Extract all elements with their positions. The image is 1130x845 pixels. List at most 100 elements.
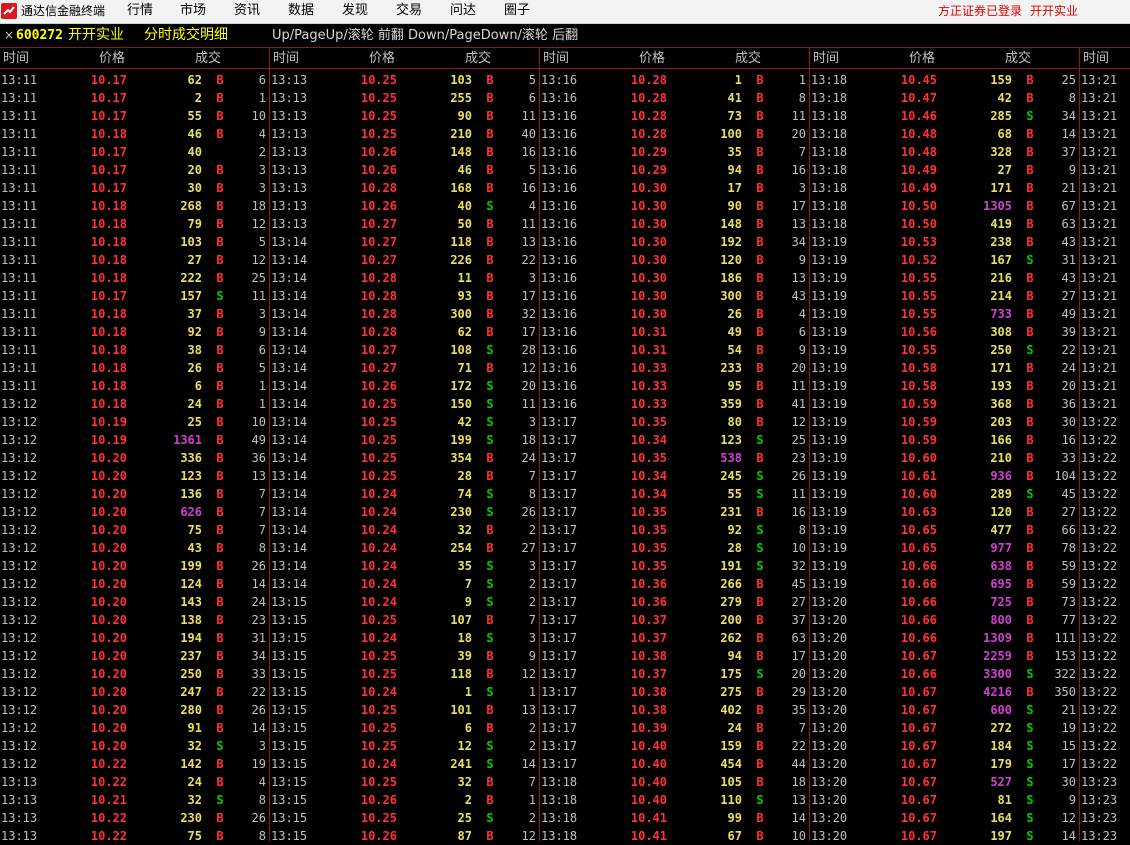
- menu-item-shuju[interactable]: 数据: [288, 3, 314, 19]
- menu-item-wenda[interactable]: 问达: [450, 3, 476, 19]
- account-name[interactable]: 开开实业: [1030, 4, 1078, 19]
- trade-price: 10.38: [630, 703, 667, 717]
- trade-count: 322: [1054, 667, 1076, 681]
- trade-price: 10.18: [90, 235, 127, 249]
- trade-volume: 49: [727, 325, 742, 339]
- header-time[interactable]: 时间: [543, 50, 569, 67]
- header-volume[interactable]: 成交: [465, 50, 491, 67]
- trade-count: 6: [528, 91, 536, 105]
- trade-volume: 62: [457, 325, 472, 339]
- header-time[interactable]: 时间: [273, 50, 299, 67]
- header-time[interactable]: 时间: [813, 50, 839, 67]
- trade-direction: B: [216, 235, 224, 249]
- menu-item-faxian[interactable]: 发现: [342, 3, 368, 19]
- trade-price: 10.24: [360, 505, 397, 519]
- trade-count: 11: [521, 397, 536, 411]
- trade-count: 11: [791, 379, 806, 393]
- trade-time: 13:22: [1081, 757, 1118, 771]
- trade-count: 10: [251, 109, 266, 123]
- trade-time: 13:13: [1, 811, 38, 825]
- trade-price: 10.31: [630, 325, 667, 339]
- trade-count: 9: [798, 253, 806, 267]
- trade-direction: B: [756, 343, 764, 357]
- trade-time: 13:12: [1, 577, 38, 591]
- trade-time: 13:14: [271, 397, 308, 411]
- menu-item-shichang[interactable]: 市场: [180, 3, 206, 19]
- trade-price: 10.20: [90, 559, 127, 573]
- trade-price: 10.67: [900, 649, 937, 663]
- trade-count: 16: [791, 163, 806, 177]
- trade-volume: 32: [457, 523, 472, 537]
- close-icon[interactable]: ×: [4, 27, 14, 43]
- header-price[interactable]: 价格: [639, 50, 665, 67]
- header-price[interactable]: 价格: [99, 50, 125, 67]
- trade-count: 22: [791, 739, 806, 753]
- trade-time: 13:13: [271, 127, 308, 141]
- trade-volume: 39: [457, 649, 472, 663]
- trade-direction: B: [1026, 145, 1034, 159]
- trade-direction: B: [756, 145, 764, 159]
- trade-volume: 3300: [983, 667, 1012, 681]
- trade-volume: 35: [457, 559, 472, 573]
- trade-time: 13:19: [811, 523, 848, 537]
- trade-direction: B: [216, 631, 224, 645]
- trade-direction: B: [1026, 433, 1034, 447]
- trade-volume: 308: [990, 325, 1012, 339]
- trade-count: 11: [791, 109, 806, 123]
- header-volume[interactable]: 成交: [1005, 50, 1031, 67]
- trade-count: 26: [791, 469, 806, 483]
- trade-direction: B: [1026, 163, 1034, 177]
- trade-volume: 262: [720, 631, 742, 645]
- trade-price: 10.34: [630, 469, 667, 483]
- trade-time: 13:15: [271, 649, 308, 663]
- trade-volume: 24: [727, 721, 742, 735]
- trade-direction: B: [216, 577, 224, 591]
- trade-price: 10.28: [630, 109, 667, 123]
- trade-count: 33: [251, 667, 266, 681]
- trade-time: 13:21: [1081, 73, 1118, 87]
- trade-direction: S: [1026, 109, 1034, 123]
- menu-item-quanzi[interactable]: 圈子: [504, 3, 530, 19]
- trade-volume: 105: [720, 775, 742, 789]
- trade-price: 10.20: [90, 703, 127, 717]
- menu-item-zixun[interactable]: 资讯: [234, 3, 260, 19]
- trade-direction: B: [486, 361, 494, 375]
- header-time[interactable]: 时间: [3, 50, 29, 67]
- trade-direction: S: [486, 739, 494, 753]
- trade-count: 36: [251, 451, 266, 465]
- menu-item-jiaoyi[interactable]: 交易: [396, 3, 422, 19]
- trade-time: 13:20: [811, 721, 848, 735]
- trade-direction: B: [486, 721, 494, 735]
- trade-count: 24: [1061, 361, 1076, 375]
- trade-direction: B: [1026, 289, 1034, 303]
- trade-time: 13:23: [1081, 811, 1118, 825]
- trade-volume: 26: [187, 361, 202, 375]
- trade-volume: 28: [727, 541, 742, 555]
- header-time[interactable]: 时间: [1083, 50, 1109, 67]
- trade-direction: B: [756, 199, 764, 213]
- trade-time: 13:13: [1, 775, 38, 789]
- trade-price: 10.55: [900, 271, 937, 285]
- trade-time: 13:11: [1, 217, 38, 231]
- trade-count: 31: [251, 631, 266, 645]
- broker-login-status[interactable]: 方正证券已登录: [938, 4, 1022, 19]
- header-volume[interactable]: 成交: [195, 50, 221, 67]
- app-logo-icon[interactable]: [1, 3, 17, 19]
- trade-time: 13:16: [541, 199, 578, 213]
- header-volume[interactable]: 成交: [735, 50, 761, 67]
- header-price[interactable]: 价格: [369, 50, 395, 67]
- trade-direction: B: [756, 217, 764, 231]
- header-price[interactable]: 价格: [909, 50, 935, 67]
- trade-count: 2: [528, 595, 536, 609]
- trade-price: 10.18: [90, 361, 127, 375]
- trade-price: 10.24: [360, 541, 397, 555]
- trade-volume: 93: [457, 289, 472, 303]
- trade-count: 22: [251, 685, 266, 699]
- trade-time: 13:14: [271, 271, 308, 285]
- trade-price: 10.33: [630, 379, 667, 393]
- trade-price: 10.26: [360, 379, 397, 393]
- trade-direction: B: [486, 91, 494, 105]
- trade-count: 17: [791, 649, 806, 663]
- trade-time: 13:13: [271, 199, 308, 213]
- menu-item-hangqing[interactable]: 行情: [127, 3, 153, 19]
